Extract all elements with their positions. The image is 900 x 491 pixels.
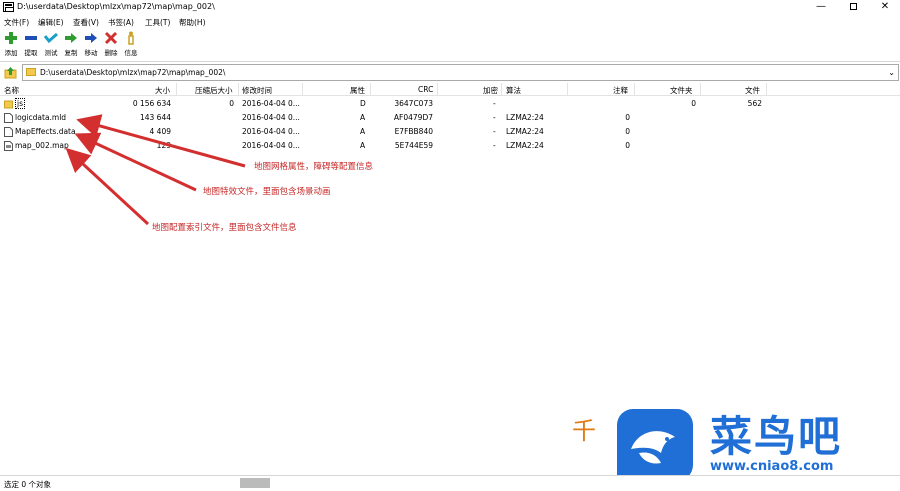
arrow-to-logicdata: [76, 114, 246, 168]
status-text: 选定 0 个对象: [4, 480, 52, 489]
status-bar: 选定 0 个对象: [0, 475, 900, 491]
archive-manager-window: D:\userdata\Desktop\mlzx\map72\map\map_0…: [0, 0, 900, 491]
annotation-logicdata: 地图网格属性，障碍等配置信息: [254, 162, 374, 172]
bird-logo-icon: [617, 409, 693, 481]
watermark-brand: 菜鸟吧: [710, 412, 843, 461]
watermark-url: www.cniao8.com: [710, 459, 834, 474]
watermark-side-mark: 千: [572, 417, 596, 445]
watermark: 千 菜鸟吧 www.cniao8.com: [570, 397, 900, 483]
annotation-map: 地图配置索引文件，里面包含文件信息: [152, 223, 297, 233]
arrow-to-mapeffects: [74, 132, 197, 192]
status-panel: [240, 478, 270, 488]
annotation-mapeffects: 地图特效文件，里面包含场景动画: [203, 187, 331, 197]
